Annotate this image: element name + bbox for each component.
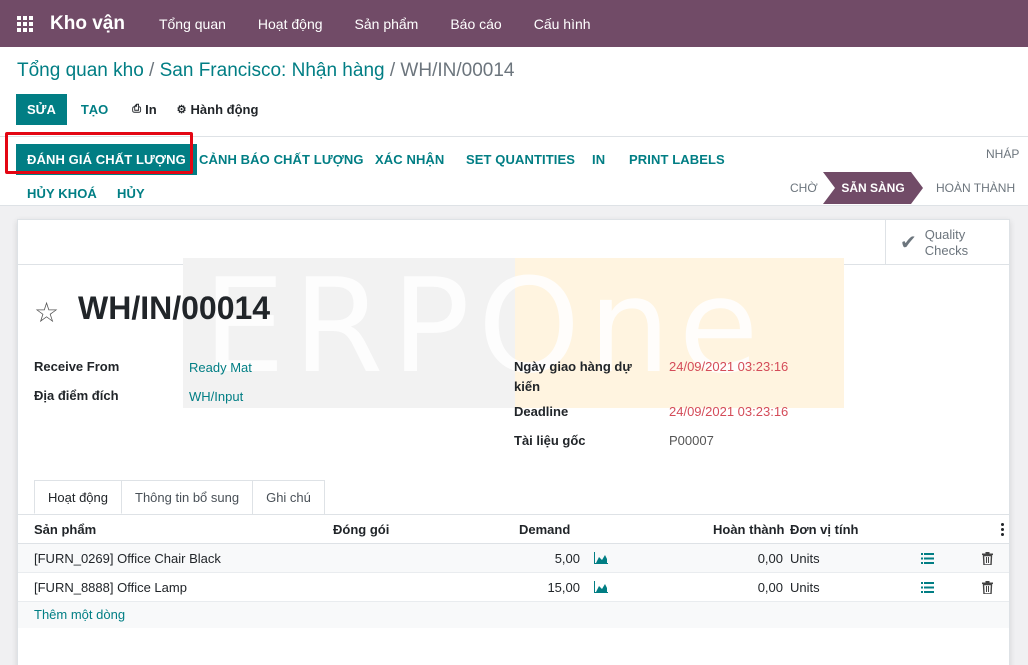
row-uom: Units [790, 580, 820, 595]
tab-note[interactable]: Ghi chú [252, 480, 325, 514]
stage-draft[interactable]: NHÁP [986, 147, 1019, 161]
smart-button-box: ✔ Quality Checks [18, 220, 1009, 265]
forecast-chart-icon[interactable] [594, 581, 608, 593]
unreserve-button[interactable]: HỦY KHOÁ [27, 186, 97, 201]
destination-value[interactable]: WH/Input [189, 387, 243, 407]
tab-operations[interactable]: Hoạt động [34, 480, 122, 514]
validate-button[interactable]: XÁC NHẬN [375, 152, 444, 167]
action-label: Hành động [190, 102, 259, 117]
scheduled-date-value[interactable]: 24/09/2021 03:23:16 [669, 357, 788, 377]
print-button[interactable]: ⎙ In [122, 94, 166, 125]
apps-menu-icon[interactable] [0, 0, 50, 47]
menu-configuration[interactable]: Cấu hình [518, 16, 607, 32]
forecast-chart-icon[interactable] [594, 552, 608, 564]
cancel-button[interactable]: HỦY [117, 186, 145, 201]
receive-from-value[interactable]: Ready Mat [189, 358, 252, 378]
destination-label: Địa điểm đích [34, 388, 119, 403]
table-header: Sản phẩm Đóng gói Demand Hoàn thành Đơn … [18, 515, 1009, 544]
breadcrumb: Tổng quan kho / San Francisco: Nhận hàng… [17, 60, 514, 82]
gear-icon: ⚙ [176, 104, 187, 116]
row-demand: 15,00 [547, 580, 580, 595]
breadcrumb-separator: / [149, 60, 155, 81]
header-uom[interactable]: Đơn vị tính [790, 515, 858, 544]
stage-ready[interactable]: SẴN SÀNG [823, 172, 923, 204]
set-quantities-button[interactable]: SET QUANTITIES [466, 152, 575, 167]
add-line-link[interactable]: Thêm một dòng [34, 602, 125, 628]
trash-icon[interactable] [982, 552, 993, 565]
breadcrumb-inventory-overview[interactable]: Tổng quan kho [17, 60, 144, 81]
printer-icon: ⎙ [132, 103, 142, 115]
form-sheet: ✔ Quality Checks ERPOne ☆ WH/IN/00014 Re… [17, 219, 1010, 665]
control-buttons: SỬA TẠO ⎙ In ⚙ Hành động [16, 94, 268, 125]
scheduled-date-label: Ngày giao hàng dự kiến [514, 359, 632, 394]
breadcrumb-current: WH/IN/00014 [400, 60, 515, 81]
header-package[interactable]: Đóng gói [333, 515, 389, 544]
detailed-operations-icon[interactable] [921, 553, 934, 564]
grid-icon [17, 15, 33, 32]
highlight-box [5, 132, 193, 174]
row-product: [FURN_0269] Office Chair Black [34, 551, 221, 566]
deadline-value[interactable]: 24/09/2021 03:23:16 [669, 402, 788, 422]
row-uom: Units [790, 551, 820, 566]
top-navbar: Kho vận Tổng quan Hoạt động Sản phẩm Báo… [0, 0, 1028, 47]
detailed-operations-icon[interactable] [921, 582, 934, 593]
header-done[interactable]: Hoàn thành [713, 515, 785, 544]
row-demand: 5,00 [554, 551, 580, 566]
action-button[interactable]: ⚙ Hành động [167, 94, 269, 125]
print-report-button[interactable]: IN [592, 152, 605, 167]
add-line-row: Thêm một dòng [18, 602, 1009, 628]
receive-from-label: Receive From [34, 359, 120, 374]
trash-icon[interactable] [982, 581, 993, 594]
record-title: WH/IN/00014 [78, 290, 271, 326]
tab-additional-info[interactable]: Thông tin bổ sung [121, 480, 254, 514]
stage-done[interactable]: HOÀN THÀNH [936, 181, 1015, 195]
breadcrumb-separator: / [389, 60, 396, 81]
menu-operations[interactable]: Hoạt động [242, 16, 339, 32]
create-button[interactable]: TẠO [67, 94, 122, 125]
menu-reporting[interactable]: Báo cáo [434, 16, 517, 32]
breadcrumb-receipts[interactable]: San Francisco: Nhận hàng [160, 60, 385, 81]
row-done: 0,00 [757, 580, 783, 595]
source-document-value[interactable]: P00007 [669, 431, 714, 451]
app-brand[interactable]: Kho vận [50, 13, 125, 35]
menu-overview[interactable]: Tổng quan [143, 16, 242, 32]
quality-alert-button[interactable]: CẢNH BÁO CHẤT LƯỢNG [199, 152, 364, 167]
optional-columns-icon[interactable] [1001, 523, 1004, 538]
operations-table: Sản phẩm Đóng gói Demand Hoàn thành Đơn … [18, 515, 1009, 628]
header-demand[interactable]: Demand [519, 515, 570, 544]
print-label: In [145, 102, 157, 117]
row-product: [FURN_8888] Office Lamp [34, 580, 187, 595]
row-done: 0,00 [757, 551, 783, 566]
menu-products[interactable]: Sản phẩm [339, 16, 435, 32]
stage-waiting[interactable]: CHỜ [790, 181, 818, 195]
deadline-label: Deadline [514, 404, 569, 419]
table-row[interactable]: [FURN_8888] Office Lamp 15,00 0,00 Units [18, 573, 1009, 602]
edit-button[interactable]: SỬA [16, 94, 67, 125]
check-icon: ✔ [900, 232, 917, 254]
quality-checks-label: Quality Checks [924, 226, 969, 258]
source-document-label: Tài liệu gốc [514, 433, 586, 448]
table-row[interactable]: [FURN_0269] Office Chair Black 5,00 0,00… [18, 544, 1009, 573]
notebook-tabs: Hoạt động Thông tin bổ sung Ghi chú [34, 480, 325, 514]
print-labels-button[interactable]: PRINT LABELS [629, 152, 725, 167]
quality-checks-smart-button[interactable]: ✔ Quality Checks [885, 220, 1009, 265]
header-product[interactable]: Sản phẩm [34, 515, 96, 544]
star-icon[interactable]: ☆ [34, 296, 59, 329]
